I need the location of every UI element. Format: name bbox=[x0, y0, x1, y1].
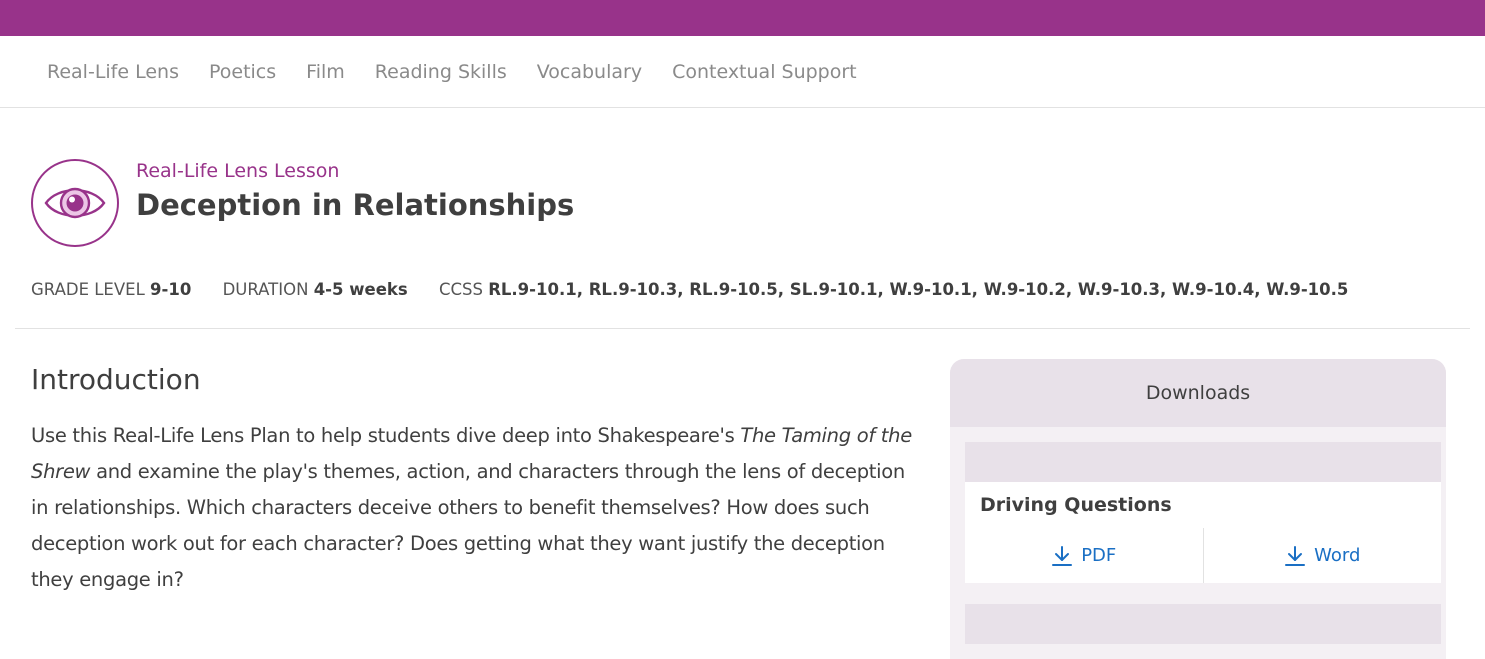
nav-item-film[interactable]: Film bbox=[306, 61, 345, 83]
ccss-standards: CCSS RL.9-10.1, RL.9-10.3, RL.9-10.5, SL… bbox=[439, 280, 1348, 299]
download-word-button[interactable]: Word bbox=[1202, 528, 1442, 583]
grade-level-label: GRADE LEVEL bbox=[31, 280, 145, 299]
eye-icon bbox=[31, 159, 119, 247]
page-title: Deception in Relationships bbox=[136, 188, 575, 222]
ccss-value: RL.9-10.1, RL.9-10.3, RL.9-10.5, SL.9-10… bbox=[488, 280, 1349, 299]
download-card-next bbox=[965, 604, 1441, 644]
intro-text-after: and examine the play's themes, action, a… bbox=[31, 460, 905, 591]
introduction-heading: Introduction bbox=[31, 363, 201, 396]
nav-item-vocabulary[interactable]: Vocabulary bbox=[537, 61, 642, 83]
lesson-header: Real-Life Lens Lesson Deception in Relat… bbox=[15, 108, 1470, 329]
download-card: Driving Questions PDF Word bbox=[965, 442, 1441, 583]
intro-text-before: Use this Real-Life Lens Plan to help stu… bbox=[31, 424, 741, 447]
section-nav: Real-Life Lens Poetics Film Reading Skil… bbox=[0, 36, 1485, 108]
lesson-type-label: Real-Life Lens Lesson bbox=[136, 160, 340, 182]
download-card-banner bbox=[965, 442, 1441, 482]
duration: DURATION 4-5 weeks bbox=[223, 280, 408, 299]
lesson-meta: GRADE LEVEL 9-10 DURATION 4-5 weeks CCSS… bbox=[31, 280, 1374, 299]
nav-item-poetics[interactable]: Poetics bbox=[209, 61, 276, 83]
downloads-panel: Downloads Driving Questions PDF Word bbox=[950, 359, 1446, 659]
downloads-heading: Downloads bbox=[950, 359, 1446, 427]
nav-item-contextual-support[interactable]: Contextual Support bbox=[672, 61, 857, 83]
duration-value: 4-5 weeks bbox=[313, 280, 408, 299]
nav-item-reading-skills[interactable]: Reading Skills bbox=[375, 61, 507, 83]
duration-label: DURATION bbox=[222, 280, 309, 299]
download-icon bbox=[1052, 545, 1073, 566]
ccss-label: CCSS bbox=[438, 280, 483, 299]
word-label: Word bbox=[1314, 545, 1361, 566]
introduction-text: Use this Real-Life Lens Plan to help stu… bbox=[31, 418, 921, 598]
grade-level: GRADE LEVEL 9-10 bbox=[31, 280, 191, 299]
download-card-title: Driving Questions bbox=[980, 494, 1172, 516]
pdf-label: PDF bbox=[1081, 545, 1117, 566]
grade-level-value: 9-10 bbox=[150, 280, 192, 299]
download-links: PDF Word bbox=[965, 528, 1441, 583]
download-pdf-button[interactable]: PDF bbox=[965, 528, 1203, 583]
download-icon bbox=[1285, 545, 1306, 566]
top-brand-bar bbox=[0, 0, 1485, 36]
nav-item-real-life-lens[interactable]: Real-Life Lens bbox=[47, 61, 179, 83]
